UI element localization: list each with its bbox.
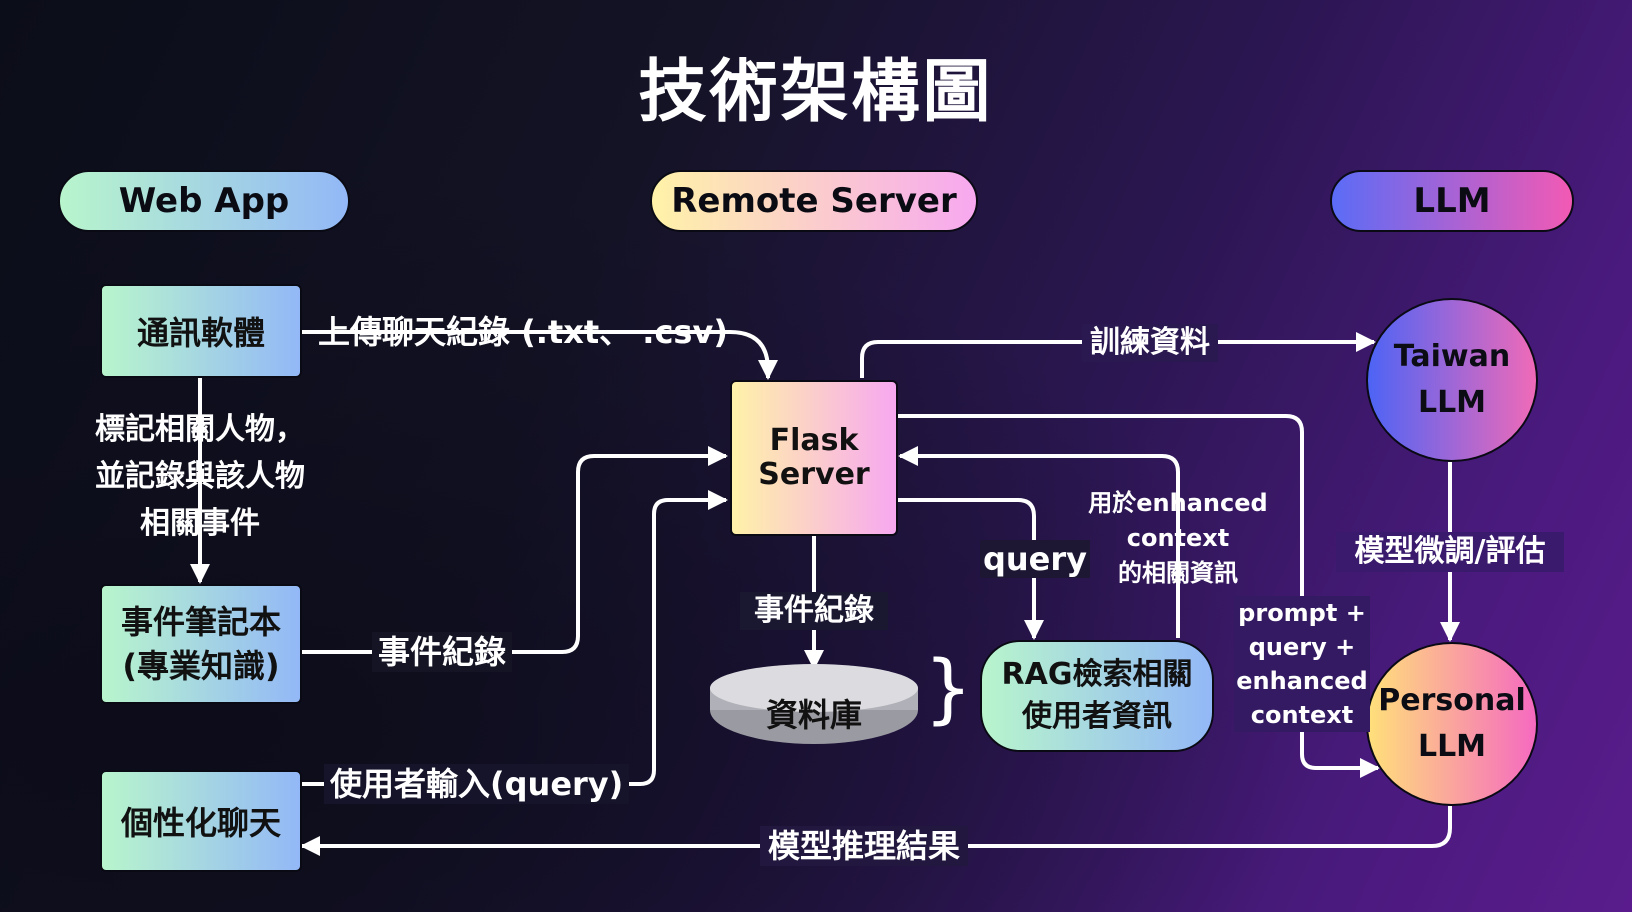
edge-label-event-record: 事件紀錄: [372, 632, 513, 672]
edge-label-tag-people-3: 相關事件: [140, 506, 260, 541]
node-personal-chat: 個性化聊天: [100, 770, 302, 872]
column-header-remote-server: Remote Server: [650, 170, 978, 232]
node-taiwan-llm-label-1: Taiwan: [1393, 339, 1511, 374]
edge-label-prompt-1: prompt +: [1238, 599, 1366, 627]
node-personal-chat-label: 個性化聊天: [120, 804, 281, 842]
edge-label-tag-people-1: 標記相關人物，: [95, 412, 305, 447]
edge-label-prompt-3: enhanced: [1236, 667, 1368, 695]
edge-label-user-input: 使用者輸入(query): [324, 764, 630, 804]
edge-label-upload-chat: 上傳聊天紀錄 (.txt、 .csv): [318, 313, 728, 351]
edge-label-prompt: prompt + query + enhanced context: [1234, 596, 1370, 732]
column-header-web-app: Web App: [58, 170, 350, 232]
node-personal-llm: Personal LLM: [1366, 642, 1538, 806]
node-taiwan-llm-label-2: LLM: [1417, 385, 1487, 420]
node-flask-label-2: Server: [758, 457, 870, 492]
edge-label-enhanced-2: context: [1126, 524, 1230, 552]
edge-label-prompt-2: query +: [1248, 633, 1356, 661]
node-event-notebook: 事件筆記本 (專業知識): [100, 584, 302, 704]
column-header-llm: LLM: [1330, 170, 1574, 232]
node-flask-server: Flask Server: [730, 380, 898, 536]
page-title: 技術架構圖: [638, 53, 994, 132]
node-taiwan-llm: Taiwan LLM: [1366, 298, 1538, 462]
edge-label-training-data: 訓練資料: [1082, 324, 1218, 362]
edge-label-event-record-db: 事件紀錄: [740, 592, 888, 630]
edge-label-query: query: [980, 540, 1090, 578]
edge-label-finetune: 模型微調/評估: [1336, 532, 1564, 572]
node-personal-llm-label-1: Personal: [1378, 683, 1526, 718]
edge-label-prompt-4: context: [1250, 701, 1354, 729]
node-event-notebook-label-1: 事件筆記本: [120, 603, 281, 641]
node-messaging-app: 通訊軟體: [100, 284, 302, 378]
edge-label-tag-people-2: 並記錄與該人物: [95, 459, 305, 494]
node-rag: RAG檢索相關 使用者資訊: [980, 640, 1214, 752]
edge-label-enhanced-1: 用於enhanced: [1088, 489, 1268, 517]
edge-label-inference: 模型推理結果: [760, 826, 969, 866]
node-flask-label-1: Flask: [769, 423, 859, 458]
node-rag-label-2: 使用者資訊: [1022, 699, 1172, 734]
brace-symbol: }: [924, 643, 973, 732]
edge-label-enhanced-3: 的相關資訊: [1118, 559, 1238, 587]
node-messaging-app-label: 通訊軟體: [136, 314, 265, 352]
edge-user-input: [300, 490, 728, 786]
node-personal-llm-label-2: LLM: [1417, 729, 1487, 764]
edge-event-record: [300, 446, 728, 654]
node-database-label: 資料庫: [765, 696, 862, 734]
edge-label-tag-people: 標記相關人物， 並記錄與該人物 相關事件: [60, 406, 340, 547]
node-rag-label-1: RAG檢索相關: [1001, 657, 1193, 692]
node-event-notebook-label-2: (專業知識): [122, 647, 280, 685]
edge-label-enhanced: 用於enhanced context 的相關資訊: [1086, 486, 1270, 591]
